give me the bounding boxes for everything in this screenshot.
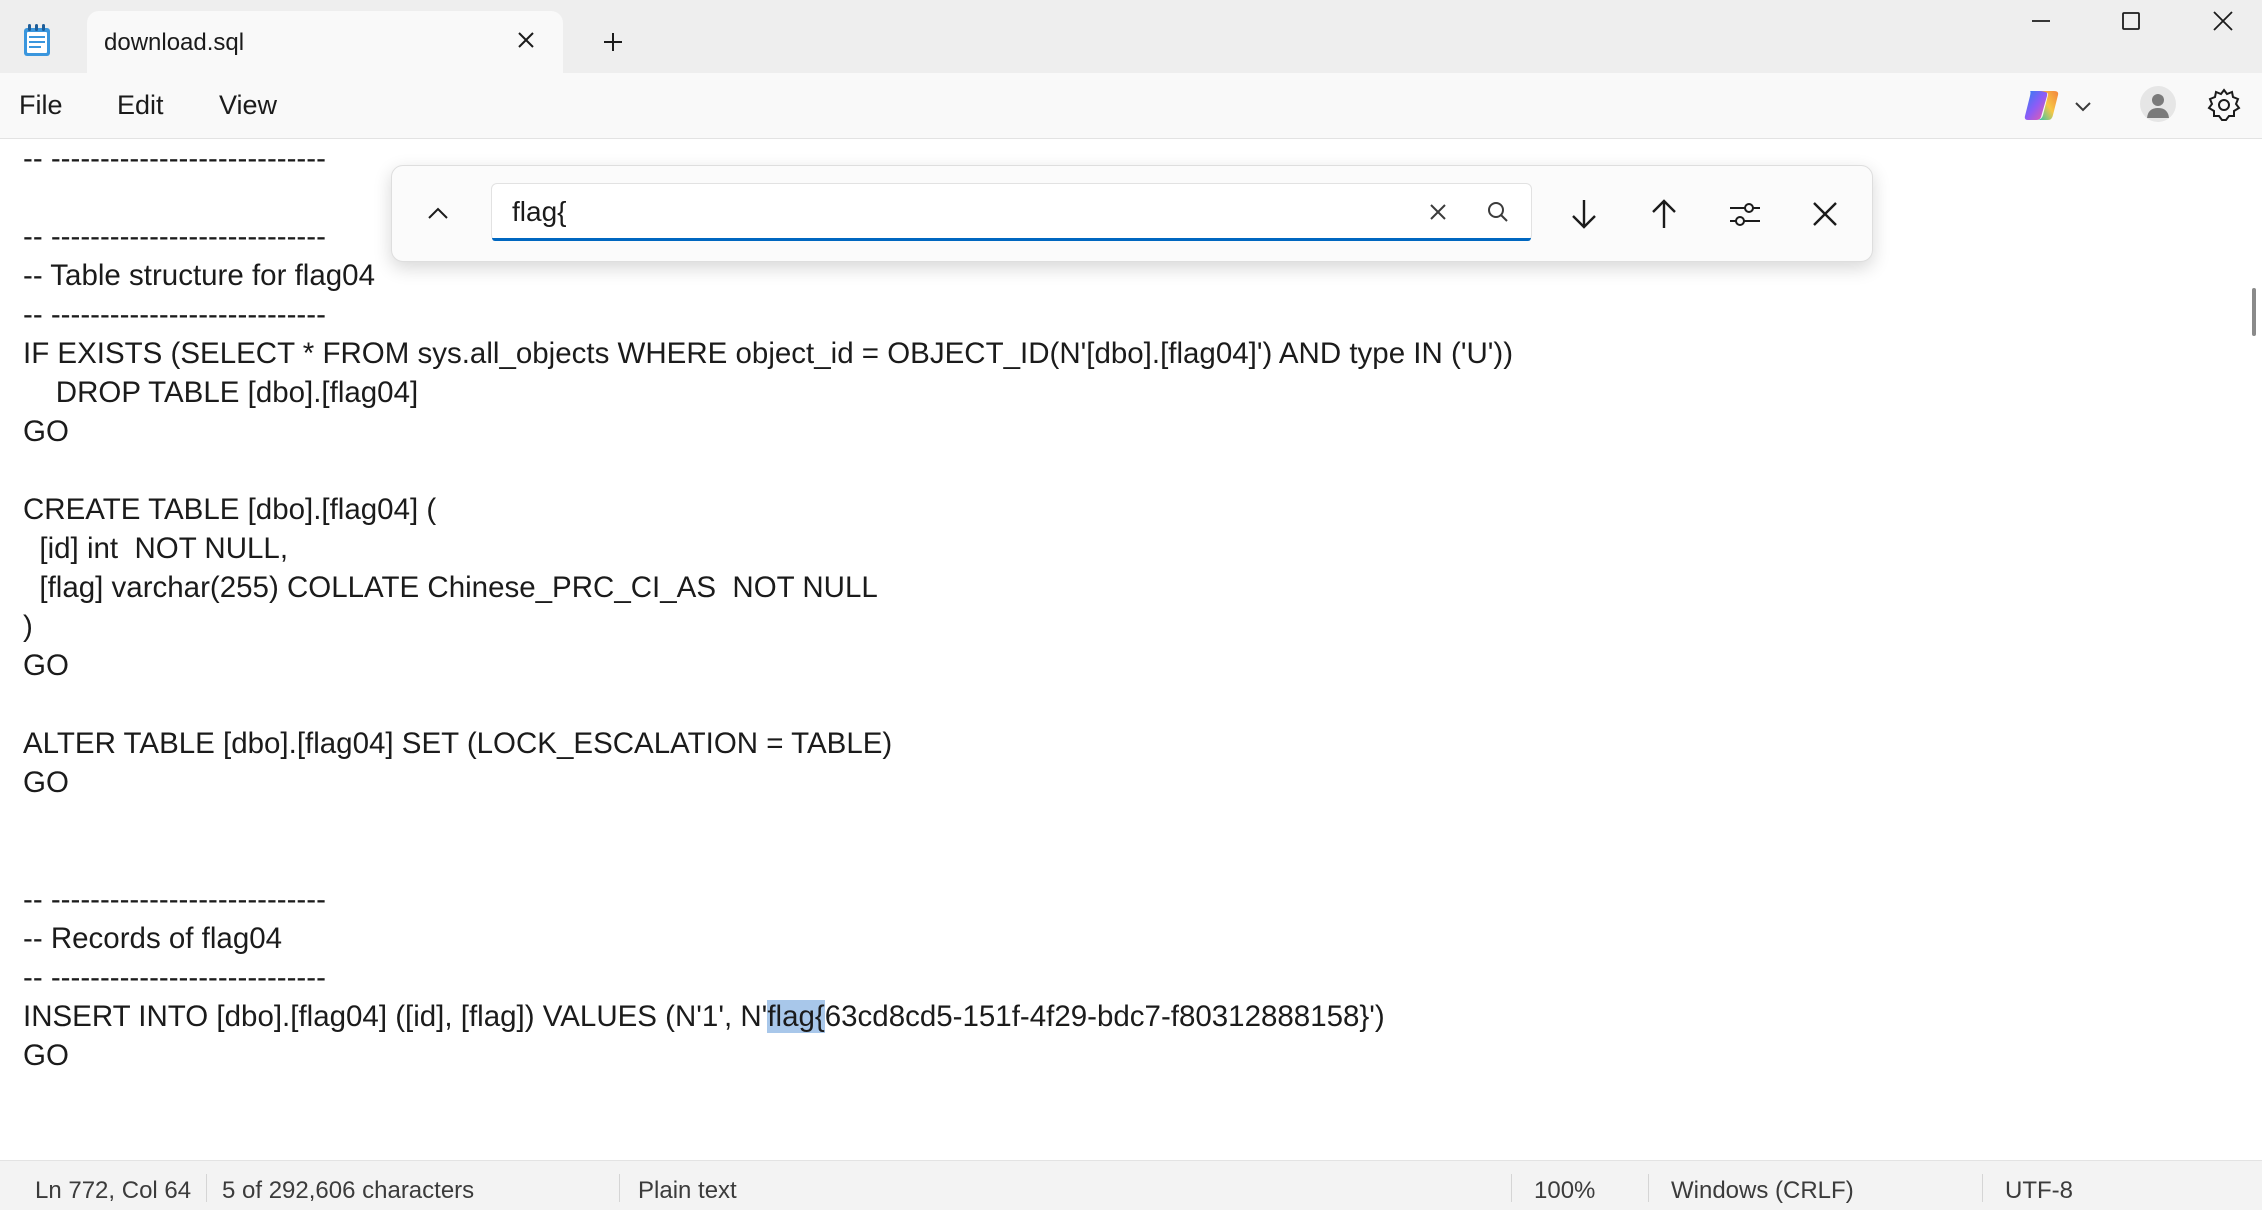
status-divider xyxy=(206,1174,207,1202)
insert-suffix: 63cd8cd5-151f-4f29-bdc7-f80312888158}') xyxy=(824,1000,1385,1033)
status-divider xyxy=(1511,1174,1512,1202)
minimize-button[interactable] xyxy=(1995,0,2087,42)
find-next-button[interactable] xyxy=(1562,192,1606,236)
title-bar: download.sql xyxy=(0,0,2262,73)
editor-line: -- Table structure for flag04 xyxy=(23,259,375,292)
maximize-icon xyxy=(2122,12,2140,30)
editor-line: DROP TABLE [dbo].[flag04] xyxy=(23,376,419,409)
language-mode[interactable]: Plain text xyxy=(638,1177,737,1205)
find-options-button[interactable] xyxy=(1723,192,1767,236)
status-bar: Ln 772, Col 64 5 of 292,606 characters P… xyxy=(0,1160,2262,1210)
close-tab-icon[interactable] xyxy=(511,25,541,55)
editor-line: -- ---------------------------- xyxy=(23,298,326,331)
gear-icon[interactable] xyxy=(2206,87,2242,123)
editor-line: -- ---------------------------- xyxy=(23,220,326,253)
tab-download-sql[interactable]: download.sql xyxy=(87,11,563,73)
selection-count: 5 of 292,606 characters xyxy=(222,1177,475,1204)
editor-line: -- ---------------------------- xyxy=(23,142,326,175)
arrow-down-icon xyxy=(1572,200,1596,229)
maximize-button[interactable] xyxy=(2085,0,2177,42)
editor-line: GO xyxy=(23,649,69,682)
search-match-highlight: flag{ xyxy=(767,1000,825,1033)
cursor-position[interactable]: Ln 772, Col 64 xyxy=(35,1177,191,1205)
menu-file[interactable]: File xyxy=(19,90,63,121)
editor-line: -- Records of flag04 xyxy=(23,922,283,955)
insert-line: INSERT INTO [dbo].[flag04] ([id], [flag]… xyxy=(23,997,1385,1036)
editor-line: [flag] varchar(255) COLLATE Chinese_PRC_… xyxy=(23,571,878,604)
status-divider xyxy=(619,1174,620,1202)
editor-line: GO xyxy=(23,1039,69,1072)
line-ending[interactable]: Windows (CRLF) xyxy=(1671,1177,1854,1205)
menu-edit[interactable]: Edit xyxy=(117,90,164,121)
user-icon xyxy=(2147,94,2169,118)
editor-line: ) xyxy=(23,610,33,643)
tab-title: download.sql xyxy=(104,29,245,56)
status-divider xyxy=(1648,1174,1649,1202)
arrow-up-icon xyxy=(1652,199,1676,228)
avatar[interactable] xyxy=(2140,86,2176,122)
editor-line: CREATE TABLE [dbo].[flag04] ( xyxy=(23,493,437,526)
copilot-icon[interactable] xyxy=(2022,87,2062,123)
encoding[interactable]: UTF-8 xyxy=(2005,1177,2073,1205)
new-tab-plus-icon[interactable] xyxy=(595,24,631,60)
editor-line: ALTER TABLE [dbo].[flag04] SET (LOCK_ESC… xyxy=(23,727,893,760)
editor-line: -- ---------------------------- xyxy=(23,961,326,994)
menu-bar: File Edit View xyxy=(0,73,2262,139)
sliders-icon xyxy=(1730,203,1760,226)
close-icon xyxy=(1813,202,1837,226)
editor-line: -- ---------------------------- xyxy=(23,883,326,916)
search-icon[interactable] xyxy=(1482,196,1514,228)
editor-line: GO xyxy=(23,415,69,448)
notepad-app-icon xyxy=(24,24,50,56)
find-previous-button[interactable] xyxy=(1642,192,1686,236)
editor-line: [id] int NOT NULL, xyxy=(23,532,289,565)
insert-prefix: INSERT INTO [dbo].[flag04] ([id], [flag]… xyxy=(23,1000,768,1033)
zoom-level[interactable]: 100% xyxy=(1534,1177,1595,1205)
menu-view[interactable]: View xyxy=(219,90,277,121)
minimize-icon xyxy=(2032,20,2050,22)
clear-icon[interactable] xyxy=(1422,196,1454,228)
find-input[interactable] xyxy=(512,184,1392,240)
find-panel xyxy=(391,165,1873,262)
find-input-box[interactable] xyxy=(491,183,1532,241)
vertical-scrollbar-thumb[interactable] xyxy=(2252,288,2256,336)
editor-line: GO xyxy=(23,766,69,799)
chevron-up-icon[interactable] xyxy=(420,196,456,232)
editor-line: IF EXISTS (SELECT * FROM sys.all_objects… xyxy=(23,337,1514,370)
chevron-down-icon[interactable] xyxy=(2072,95,2094,117)
close-find-button[interactable] xyxy=(1803,192,1847,236)
status-divider xyxy=(1982,1174,1983,1202)
close-icon xyxy=(2213,11,2233,31)
close-window-button[interactable] xyxy=(2177,0,2262,42)
text-editor[interactable]: -- ---------------------------- -- -----… xyxy=(0,139,2248,1159)
